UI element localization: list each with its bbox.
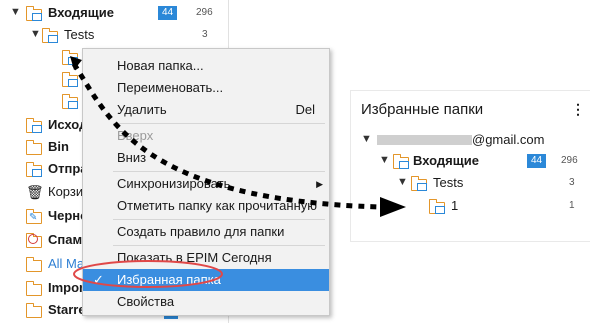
favorites-panel: Избранные папки ⋮ ▼ @gmail.com ▼ Входящи… [350,90,590,242]
tree-item-subfolder[interactable] [0,46,80,68]
total-count: 296 [561,155,578,166]
tree-item-subfolder[interactable] [0,68,80,90]
tree-item-label: Bin [48,139,69,154]
menu-item-label: Синхронизировать [117,176,231,191]
mail-icon [417,183,427,191]
total-count: 3 [569,177,575,188]
folder-icon [25,257,42,272]
chevron-down-icon[interactable]: ▼ [379,149,390,171]
menu-item-show-today[interactable]: Показать в EPIM Сегодня [83,247,329,269]
menu-separator [113,245,325,246]
tree-item-label: Tests [64,27,95,42]
mail-icon [68,79,78,87]
favorites-title: Избранные папки [361,101,484,118]
menu-item-delete[interactable]: Удалить Del [83,99,329,121]
unread-badge: 44 [158,6,178,20]
tree-item-tests[interactable]: ▼ Tests 3 [0,24,228,46]
menu-item-label: Вверх [117,128,154,143]
tree-item-label: Tests [433,175,464,190]
total-count: 3 [202,29,208,40]
menu-item-label: Создать правило для папки [117,224,285,239]
tree-item-label: Корзи [48,184,84,199]
tree-item-bin[interactable]: Bin [0,136,90,158]
menu-item-new-folder[interactable]: Новая папка... [83,55,329,77]
redacted-email-block [377,135,472,145]
more-menu-icon[interactable]: ⋮ [571,101,585,118]
favorites-account[interactable]: ▼ @gmail.com [351,129,590,151]
menu-item-move-down[interactable]: Вниз [83,147,329,169]
menu-item-label: Показать в EPIM Сегодня [117,250,272,265]
tree-item-drafts[interactable]: ✎ Черно [0,205,90,227]
submenu-arrow-icon: ▶ [316,179,323,189]
menu-item-create-rule[interactable]: Создать правило для папки [83,221,329,243]
menu-item-label: Свойства [117,294,175,309]
favorites-inbox[interactable]: ▼ Входящие 44 296 [351,150,590,172]
tree-item-outbox[interactable]: Исход [0,114,90,136]
folder-context-menu: Новая папка... Переименовать... Удалить … [82,48,330,316]
favorites-subfolder[interactable]: 1 1 [351,195,590,217]
block-icon [28,234,38,244]
mail-icon [68,101,78,109]
tree-item-label: Входящие [48,5,114,20]
menu-separator [113,219,325,220]
mail-icon [32,169,42,177]
menu-item-sync[interactable]: Синхронизировать ▶ [83,173,329,195]
unread-badge: 44 [527,154,547,168]
pencil-icon: ✎ [29,212,38,223]
menu-item-move-up: Вверх [83,125,329,147]
menu-item-label: Отметить папку как прочитанную [117,198,318,213]
menu-separator [113,123,325,124]
check-icon: ✓ [93,272,104,287]
mail-icon [32,125,42,133]
folder-icon [25,140,42,155]
total-count: 296 [196,7,213,18]
trash-icon: 🗑 [26,184,44,200]
tree-item-sent[interactable]: Отпра [0,158,90,180]
menu-item-label: Избранная папка [117,272,221,287]
tree-item-trash[interactable]: 🗑 Корзи [0,181,90,203]
menu-item-label: Переименовать... [117,80,224,95]
favorites-tests[interactable]: ▼ Tests 3 [351,172,590,194]
menu-item-mark-read[interactable]: Отметить папку как прочитанную [83,195,329,217]
menu-item-rename[interactable]: Переименовать... [83,77,329,99]
menu-item-favorite-folder[interactable]: ✓ Избранная папка [83,269,329,291]
tree-item-inbox[interactable]: ▼ Входящие 44 296 [0,2,228,24]
shortcut-label: Del [295,102,315,117]
mail-icon [435,206,445,214]
folder-icon [25,303,42,318]
menu-item-label: Удалить [117,102,167,117]
mail-icon [48,35,58,43]
menu-item-label: Новая папка... [117,58,204,73]
total-count: 1 [569,200,575,211]
tree-item-important[interactable]: Impor [0,277,90,299]
folder-icon [25,281,42,296]
chevron-down-icon[interactable]: ▼ [30,23,41,45]
menu-separator [113,171,325,172]
chevron-down-icon[interactable]: ▼ [361,128,372,150]
menu-item-properties[interactable]: Свойства [83,291,329,313]
tree-item-label: All Ma [48,256,85,271]
mail-icon [399,161,409,169]
tree-item-label: Входящие [413,153,479,168]
tree-item-label: Impor [48,280,85,295]
tree-item-spam[interactable]: Спам [0,229,90,251]
mail-icon [68,57,78,65]
menu-item-label: Вниз [117,150,147,165]
mail-icon [32,13,42,21]
tree-item-subfolder[interactable] [0,90,80,112]
tree-item-all-mail[interactable]: All Ma [0,253,90,275]
account-email: @gmail.com [472,132,545,147]
tree-item-label: Спам [48,232,83,247]
tree-item-label: 1 [451,198,459,213]
chevron-down-icon[interactable]: ▼ [10,1,21,23]
chevron-down-icon[interactable]: ▼ [397,171,408,193]
